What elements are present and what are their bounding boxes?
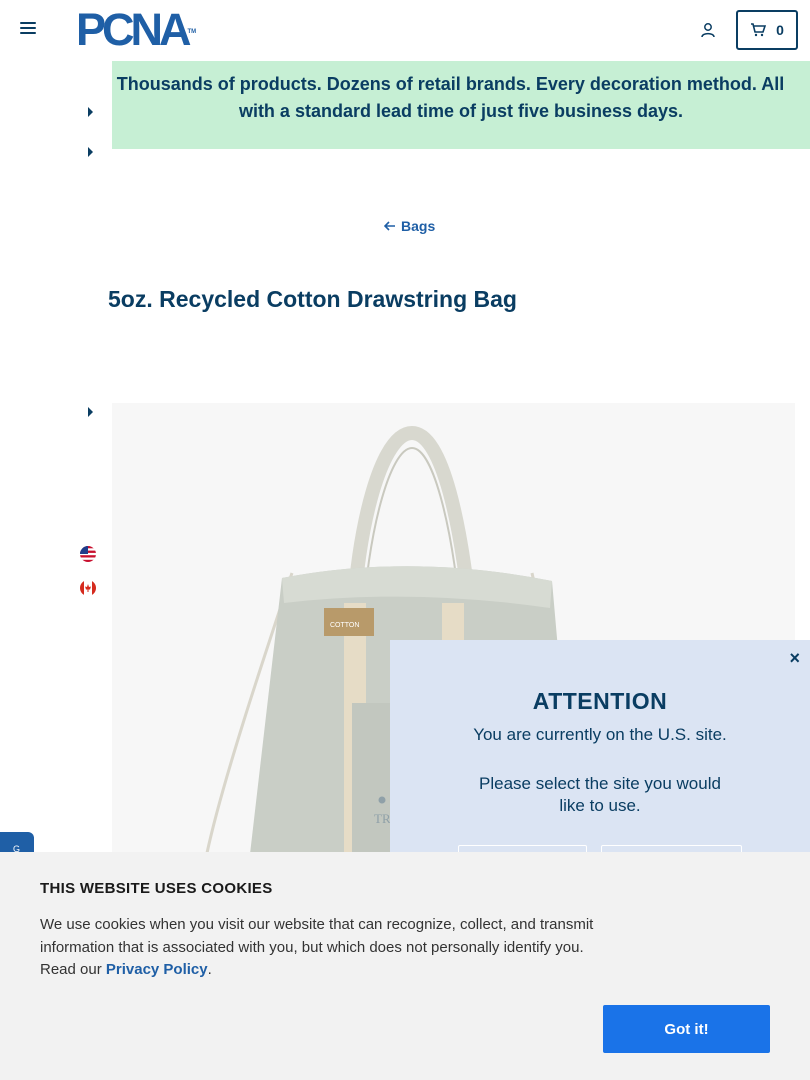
caret-right-icon[interactable]: [88, 147, 93, 157]
us-flag-icon[interactable]: [80, 546, 96, 562]
modal-current-site-text: You are currently on the U.S. site.: [473, 725, 727, 744]
banner-line-1: ’ Thousands of products. Dozens of retai…: [112, 74, 785, 94]
account-icon[interactable]: [700, 22, 716, 38]
modal-title: ATTENTION: [532, 688, 668, 714]
cookie-title: THIS WEBSITE USES COOKIES: [40, 880, 273, 897]
caret-right-icon[interactable]: [88, 407, 93, 417]
product-title: 5oz. Recycled Cotton Drawstring Bag: [108, 286, 517, 312]
close-icon[interactable]: ×: [789, 648, 800, 669]
arrow-left-icon: [384, 221, 395, 231]
cookie-banner: THIS WEBSITE USES COOKIES We use cookies…: [0, 852, 810, 1080]
menu-icon[interactable]: [20, 22, 36, 38]
cart-icon: [751, 23, 767, 37]
svg-text:COTTON: COTTON: [330, 622, 359, 629]
banner-line-2: with a standard lead time of just five b…: [238, 101, 684, 121]
caret-right-icon[interactable]: [88, 107, 93, 117]
canada-flag-icon[interactable]: [80, 580, 96, 596]
promo-banner: ’ Thousands of products. Dozens of retai…: [112, 61, 810, 149]
cookie-accept-button[interactable]: Got it!: [603, 1005, 770, 1053]
cart-button[interactable]: 0: [736, 10, 798, 50]
site-selection-modal: × ATTENTION You are currently on the U.S…: [390, 640, 810, 885]
pcna-logo[interactable]: PCNATM: [76, 7, 196, 52]
back-link-label: Bags: [401, 218, 436, 234]
site-header: PCNATM 0: [0, 0, 810, 61]
modal-select-site-text: Please select the site you would like to…: [479, 774, 721, 815]
cookie-period: .: [207, 961, 212, 978]
back-to-bags-link[interactable]: Bags: [384, 218, 435, 234]
privacy-policy-link[interactable]: Privacy Policy: [106, 961, 208, 978]
cookie-text: We use cookies when you visit our websit…: [40, 914, 610, 982]
cart-count: 0: [776, 22, 784, 38]
